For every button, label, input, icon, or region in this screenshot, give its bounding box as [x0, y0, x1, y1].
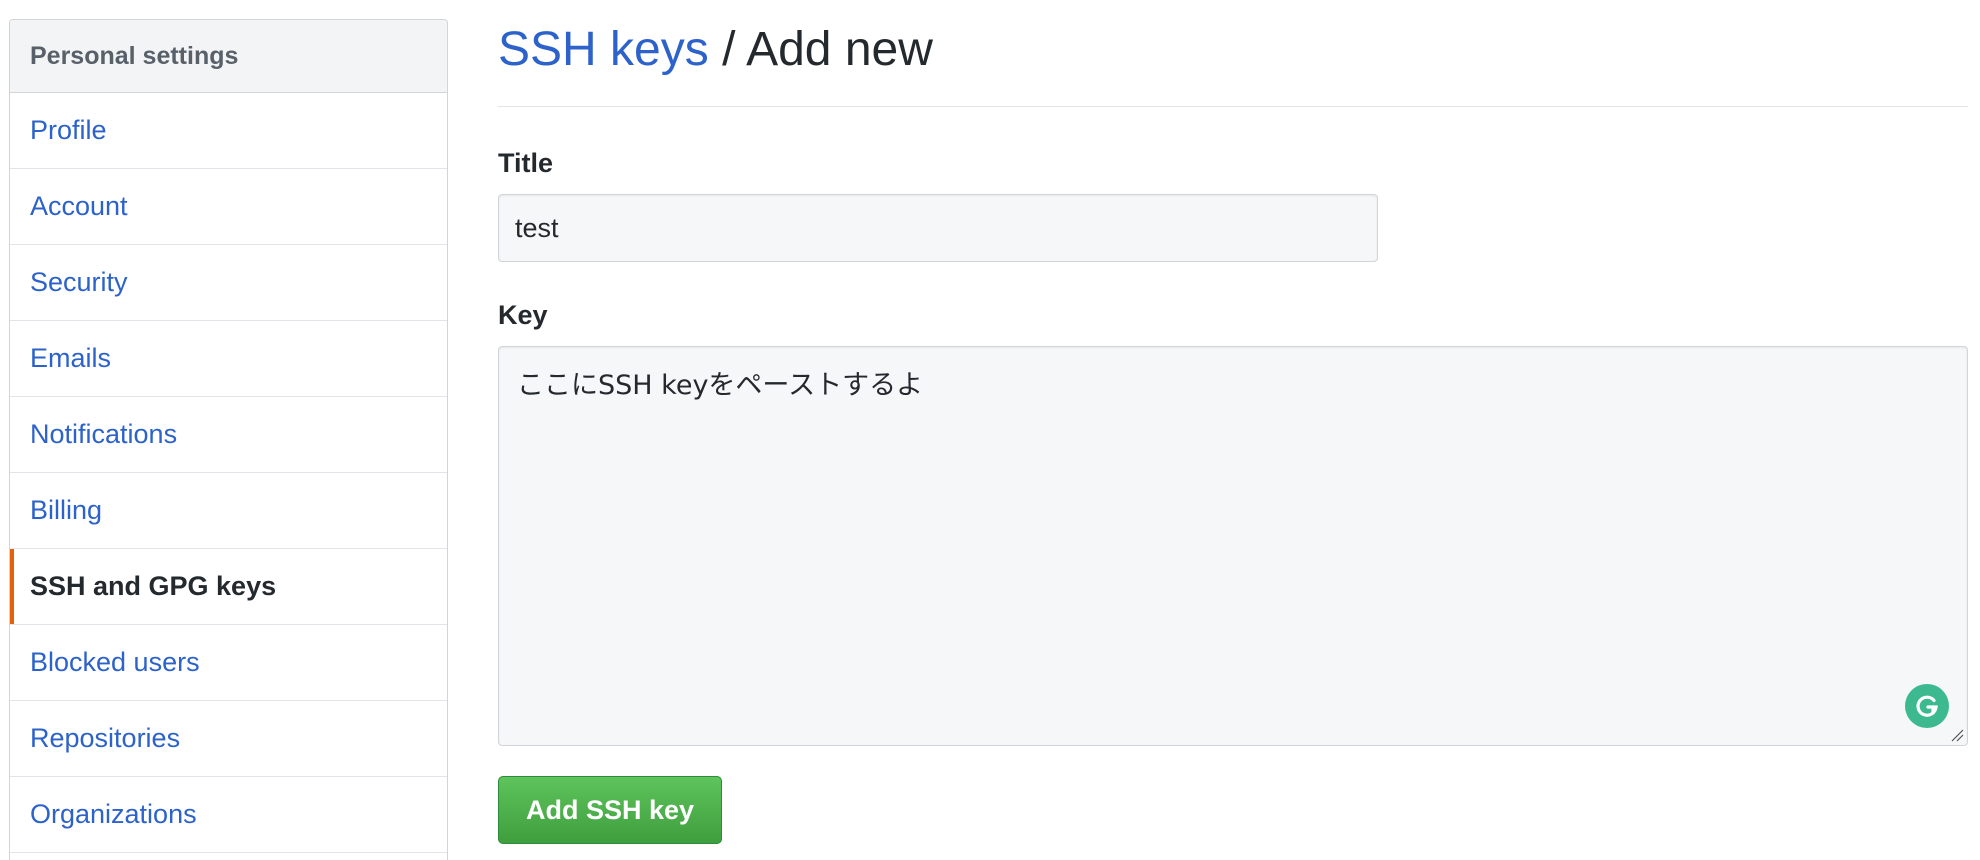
breadcrumb-separator: / [708, 23, 747, 76]
sidebar-item-notifications[interactable]: Notifications [10, 397, 447, 473]
sidebar-item-blocked-users[interactable]: Blocked users [10, 625, 447, 701]
title-label: Title [498, 148, 554, 178]
sidebar-item-repositories[interactable]: Repositories [10, 701, 447, 777]
sidebar-item-profile[interactable]: Profile [10, 93, 447, 169]
sidebar-item-billing[interactable]: Billing [10, 473, 447, 549]
key-label: Key [498, 300, 548, 330]
settings-sidebar: Personal settings Profile Account Securi… [9, 19, 448, 860]
resize-handle-icon[interactable] [1950, 728, 1964, 742]
title-input[interactable] [498, 194, 1378, 262]
grammarly-icon[interactable] [1905, 684, 1949, 728]
settings-page: Personal settings Profile Account Securi… [0, 0, 1980, 860]
breadcrumb-ssh-keys-link[interactable]: SSH keys [498, 23, 709, 76]
key-textarea[interactable]: ここにSSH keyをペーストするよ [498, 346, 1968, 746]
sidebar-item-ssh-gpg-keys[interactable]: SSH and GPG keys [10, 549, 447, 625]
title-divider [498, 106, 1968, 107]
sidebar-item-account[interactable]: Account [10, 169, 447, 245]
breadcrumb-current: Add new [746, 23, 933, 76]
sidebar-item-organizations[interactable]: Organizations [10, 777, 447, 853]
sidebar-header: Personal settings [10, 20, 447, 93]
add-ssh-key-button[interactable]: Add SSH key [498, 776, 722, 844]
sidebar-item-emails[interactable]: Emails [10, 321, 447, 397]
sidebar-item-security[interactable]: Security [10, 245, 447, 321]
page-title: SSH keys / Add new [498, 22, 933, 77]
grammarly-g-glyph [1916, 695, 1938, 717]
key-textarea-value: ここにSSH keyをペーストするよ [517, 370, 924, 401]
